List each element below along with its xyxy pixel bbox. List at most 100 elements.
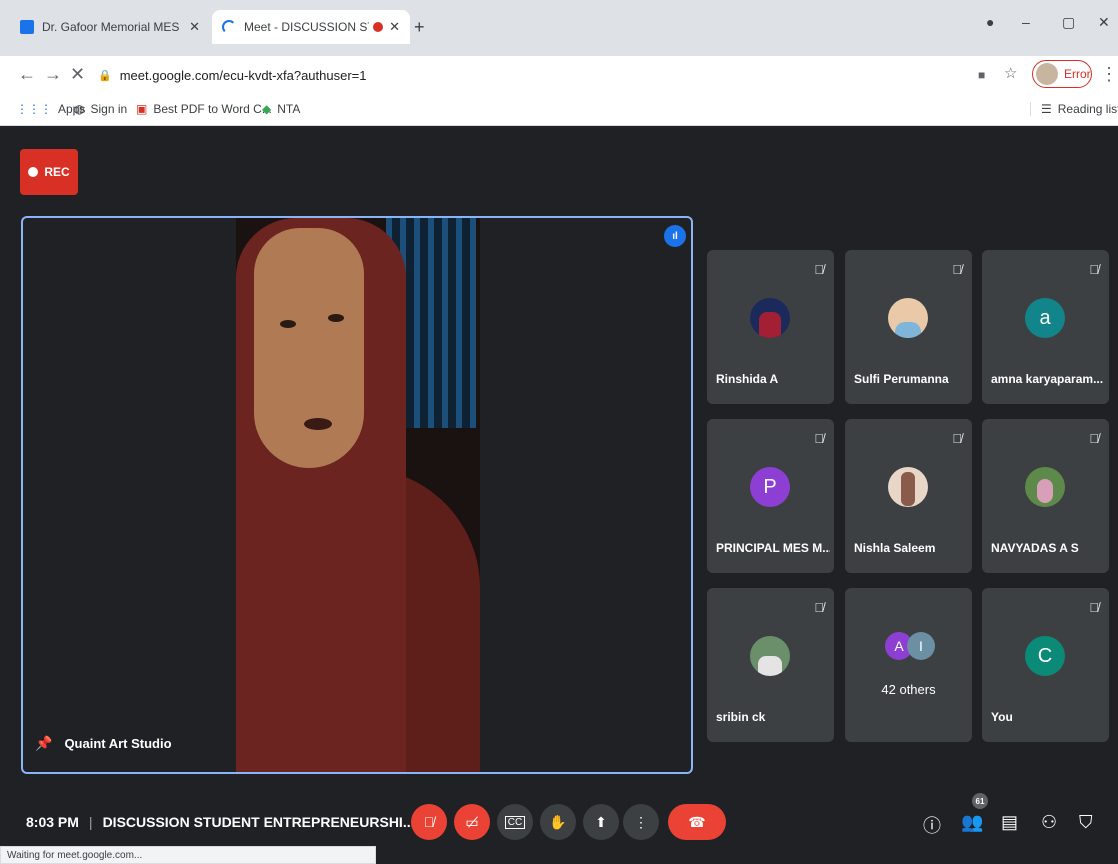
bookmark-label: Sign in — [90, 102, 128, 116]
self-tile[interactable]: 🎙̸ C You — [982, 588, 1109, 742]
tab-title: Meet - DISCUSSION STUDEN — [244, 20, 369, 34]
bookmark-nta[interactable]: ◆ NTA — [262, 102, 300, 116]
participant-tile[interactable]: 🎙̸ P PRINCIPAL MES M... — [707, 419, 834, 573]
more-vert-icon: ⋮ — [634, 813, 648, 830]
avatar — [888, 467, 928, 507]
participant-tile[interactable]: 🎙̸ Rinshida A — [707, 250, 834, 404]
participant-tile[interactable]: 🎙̸ Sulfi Perumanna — [845, 250, 972, 404]
avatar: P — [750, 467, 790, 507]
mic-off-icon: 🎙̸ — [814, 431, 824, 446]
nta-logo-icon: ◆ — [262, 102, 272, 116]
avatar — [888, 298, 928, 338]
loading-spinner-icon — [222, 20, 236, 34]
participant-tile[interactable]: 🎙̸ a amna karyaparam... — [982, 250, 1109, 404]
bookmark-label: Reading list — [1057, 102, 1118, 116]
recording-indicator[interactable]: REC — [20, 149, 78, 195]
meeting-info-icon[interactable]: ⓘ — [923, 812, 941, 838]
close-window-button[interactable]: ✕ — [1098, 14, 1110, 31]
tab-college[interactable]: Dr. Gafoor Memorial MES Mamp ✕ — [10, 10, 210, 44]
captions-button[interactable]: CC — [497, 804, 533, 840]
tab-meet[interactable]: Meet - DISCUSSION STUDEN ✕ — [212, 10, 410, 44]
mic-off-icon: 🎙̸ — [1089, 600, 1099, 615]
avatar — [1036, 63, 1058, 85]
bookmarks-bar: ⋮⋮⋮ Apps ◍ Sign in ▣ Best PDF to Word C.… — [0, 94, 1118, 126]
participant-tile[interactable]: 🎙̸ sribin ck — [707, 588, 834, 742]
more-options-button[interactable]: ⋮ — [623, 804, 659, 840]
profile-button[interactable]: Error — [1032, 60, 1092, 88]
recording-dot-icon — [373, 22, 384, 32]
present-button[interactable]: ⬆ — [583, 804, 619, 840]
minimize-button[interactable]: – — [1022, 14, 1030, 30]
record-dot-icon — [28, 167, 39, 177]
pin-icon[interactable]: 📌 — [35, 735, 52, 752]
participant-name: You — [991, 710, 1013, 724]
eye — [328, 314, 344, 322]
new-tab-button[interactable]: + — [414, 17, 425, 38]
avatar — [1025, 467, 1065, 507]
participant-tile[interactable]: 🎙̸ NAVYADAS A S — [982, 419, 1109, 573]
close-icon[interactable]: ✕ — [189, 19, 200, 35]
camera-in-use-icon[interactable]: ■ — [978, 68, 985, 82]
meet-stage: REC ıl 📌 Quaint Art Studio 🎙̸ Rinshida A… — [0, 127, 1118, 864]
mic-off-icon: 🎙̸ — [952, 431, 962, 446]
leave-call-button[interactable]: ☎ — [668, 804, 726, 840]
captions-icon: CC — [504, 815, 526, 829]
profile-menu-icon[interactable]: ● — [986, 14, 994, 30]
bookmark-signin[interactable]: ◍ Sign in — [74, 102, 127, 116]
calendar-icon — [20, 20, 34, 34]
avatar: a — [1025, 298, 1065, 338]
participant-name: sribin ck — [716, 710, 766, 724]
microphone-toggle-button[interactable]: 🎙̸ — [411, 804, 447, 840]
main-speaker-tile[interactable]: ıl 📌 Quaint Art Studio — [21, 216, 693, 774]
back-button[interactable]: ← — [18, 64, 36, 85]
participant-name: Sulfi Perumanna — [854, 372, 949, 386]
close-icon[interactable]: ✕ — [389, 19, 400, 35]
people-icon[interactable]: 👥 — [961, 812, 983, 833]
browser-tab-strip: Dr. Gafoor Memorial MES Mamp ✕ Meet - DI… — [0, 0, 1118, 56]
profile-label: Error — [1064, 67, 1091, 81]
clock-time: 8:03 PM — [26, 814, 79, 830]
participant-count-badge: 61 — [972, 793, 988, 809]
meeting-title: DISCUSSION STUDENT ENTREPRENEURSHI... — [102, 814, 415, 830]
browser-menu-icon[interactable]: ⋮ — [1100, 64, 1118, 85]
others-tile[interactable]: A I 42 others — [845, 588, 972, 742]
avatar — [750, 298, 790, 338]
participant-name: Rinshida A — [716, 372, 779, 386]
participant-name: PRINCIPAL MES M... — [716, 541, 830, 555]
speaker-face — [254, 228, 364, 468]
address-bar[interactable]: 🔒 meet.google.com/ecu-kvdt-xfa?authuser=… — [98, 61, 998, 89]
hand-icon: ✋ — [549, 813, 567, 830]
participant-tile[interactable]: 🎙̸ Nishla Saleem — [845, 419, 972, 573]
browser-status-bar: Waiting for meet.google.com... — [0, 846, 376, 864]
stop-button[interactable]: ✕ — [70, 64, 85, 85]
speaking-indicator-icon: ıl — [664, 225, 686, 247]
apps-grid-icon: ⋮⋮⋮ — [16, 102, 52, 116]
restore-button[interactable]: ▢ — [1062, 14, 1075, 31]
mic-off-icon: 🎙̸ — [1089, 431, 1099, 446]
forward-button[interactable]: → — [44, 64, 62, 85]
activities-icon[interactable]: ⚇ — [1041, 812, 1057, 833]
participant-name: amna karyaparam... — [991, 372, 1104, 386]
mic-off-icon: 🎙̸ — [814, 262, 824, 277]
participant-name: Nishla Saleem — [854, 541, 936, 555]
reading-list-button[interactable]: ☰ Reading list — [1030, 102, 1118, 116]
tab-title: Dr. Gafoor Memorial MES Mamp — [42, 20, 183, 34]
speaker-video — [236, 218, 480, 772]
globe-icon: ◍ — [74, 102, 85, 116]
bookmark-pdf[interactable]: ▣ Best PDF to Word C... — [136, 102, 272, 116]
camera-off-icon: ▭̸ — [465, 813, 479, 830]
url-text: meet.google.com/ecu-kvdt-xfa?authuser=1 — [119, 67, 367, 83]
browser-toolbar: ← → ✕ 🔒 meet.google.com/ecu-kvdt-xfa?aut… — [0, 56, 1118, 94]
avatar: I — [907, 632, 935, 660]
mic-off-icon: 🎙̸ — [423, 814, 435, 830]
hang-up-icon: ☎ — [688, 813, 706, 830]
chat-icon[interactable]: ▤ — [1001, 812, 1018, 833]
mic-off-icon: 🎙̸ — [1089, 262, 1099, 277]
raise-hand-button[interactable]: ✋ — [540, 804, 576, 840]
speaker-name-label: 📌 Quaint Art Studio — [35, 735, 172, 752]
host-controls-icon[interactable]: ⛉ — [1079, 812, 1093, 833]
bookmark-star-icon[interactable]: ☆ — [1004, 64, 1017, 82]
camera-toggle-button[interactable]: ▭̸ — [454, 804, 490, 840]
rec-label: REC — [44, 165, 70, 179]
speaker-name: Quaint Art Studio — [64, 736, 172, 751]
